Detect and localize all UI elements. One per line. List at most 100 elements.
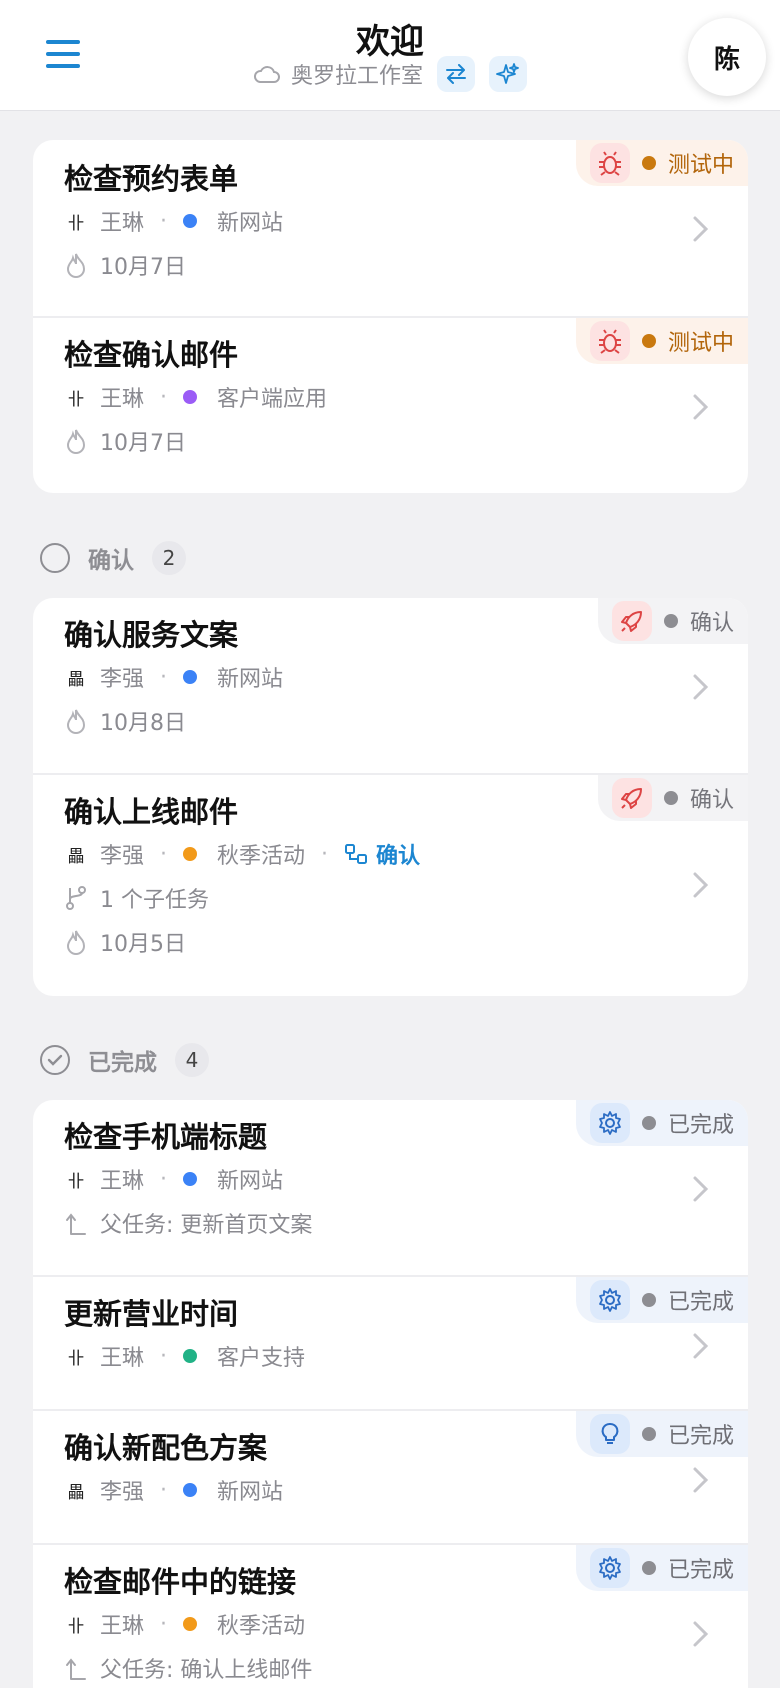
flame-icon (66, 429, 86, 454)
status-dot (641, 1116, 656, 1130)
parent-task-row[interactable]: 父任务: 更新首页文案 (64, 1208, 312, 1238)
done-group-card: 检查手机端标题 卝 王琳 · 新网站 父任务: 更新首页文案 已完成 更新营业时… (33, 1100, 748, 1688)
assignee-avatar-icon: 卝 (67, 213, 85, 234)
task-meta: 卝 王琳 · 秋季活动 (64, 1609, 306, 1640)
task-meta: 卝 王琳 · 新网站 (64, 1164, 284, 1195)
separator: · (160, 1611, 168, 1637)
status-label: 测试中 (667, 331, 734, 356)
task-title: 确认服务文案 (64, 618, 239, 652)
project-name: 新网站 (217, 1169, 284, 1194)
chevron-right-icon[interactable] (690, 1617, 712, 1651)
task-row[interactable]: 检查手机端标题 卝 王琳 · 新网站 父任务: 更新首页文案 已完成 (33, 1100, 748, 1277)
task-row[interactable]: 确认服务文案 畾 李强 · 新网站 10月8日 确认 (33, 598, 748, 775)
status-label: 已完成 (667, 1113, 734, 1138)
chevron-right-icon[interactable] (690, 1329, 712, 1363)
task-row[interactable]: 检查预约表单 卝 王琳 · 新网站 10月7日 测试中 (33, 140, 748, 318)
lightbulb-icon (589, 1414, 630, 1454)
task-title: 检查确认邮件 (64, 338, 239, 372)
subtask-row[interactable]: 1 个子任务 (64, 883, 209, 913)
task-meta: 卝 王琳 · 客户支持 (64, 1341, 306, 1372)
workspace-bar: 奥罗拉工作室 (0, 56, 780, 92)
linked-status[interactable]: 确认 (344, 838, 420, 870)
status-label: 确认 (689, 788, 734, 813)
status-dot (663, 791, 678, 805)
gear-icon (589, 1548, 630, 1588)
task-date-row: 10月7日 (64, 426, 186, 456)
status-badge: 已完成 (575, 1277, 748, 1323)
parent-task-row[interactable]: 父任务: 确认上线邮件 (64, 1653, 312, 1683)
branch-icon (66, 886, 86, 910)
project-name: 客户支持 (217, 1346, 306, 1371)
status-dot (641, 156, 656, 170)
status-badge: 测试中 (575, 318, 748, 364)
due-date: 10月7日 (100, 431, 186, 456)
section-header-done[interactable]: 已完成 4 (40, 1040, 209, 1080)
project-dot (183, 1349, 198, 1363)
swap-arrows-icon (446, 64, 466, 84)
assignee-name: 李强 (100, 1480, 145, 1505)
project-dot (183, 1617, 198, 1631)
status-badge: 已完成 (575, 1411, 748, 1457)
project-dot (183, 847, 198, 861)
task-row[interactable]: 检查确认邮件 卝 王琳 · 客户端应用 10月7日 测试中 (33, 318, 748, 493)
task-date-row: 10月7日 (64, 250, 186, 280)
status-badge: 确认 (597, 598, 748, 644)
chevron-right-icon[interactable] (690, 212, 712, 246)
task-row[interactable]: 确认新配色方案 畾 李强 · 新网站 已完成 (33, 1411, 748, 1545)
assignee-avatar-icon: 畾 (67, 1482, 85, 1503)
chevron-right-icon[interactable] (690, 390, 712, 424)
separator: · (160, 1477, 168, 1503)
task-date-row: 10月8日 (64, 706, 186, 736)
task-date-row: 10月5日 (64, 927, 186, 957)
bug-icon (589, 321, 630, 361)
project-dot (183, 390, 198, 404)
due-date: 10月8日 (100, 711, 186, 736)
rocket-icon (611, 778, 652, 818)
status-label: 已完成 (667, 1424, 734, 1449)
section-header-confirm[interactable]: 确认 2 (40, 538, 186, 578)
return-arrow-icon (66, 1658, 86, 1680)
ai-assist-button[interactable] (489, 56, 527, 92)
workspace-name[interactable]: 奥罗拉工作室 (291, 58, 423, 90)
separator: · (160, 384, 168, 410)
chevron-right-icon[interactable] (690, 1463, 712, 1497)
chevron-right-icon[interactable] (690, 670, 712, 704)
status-label: 已完成 (667, 1558, 734, 1583)
task-row[interactable]: 检查邮件中的链接 卝 王琳 · 秋季活动 父任务: 确认上线邮件 已完成 (33, 1545, 748, 1688)
check-circle-icon (40, 1045, 70, 1075)
assignee-avatar-icon: 畾 (67, 669, 85, 690)
status-label: 已完成 (667, 1290, 734, 1315)
separator: · (160, 1343, 168, 1369)
assignee-avatar-icon: 卝 (67, 1348, 85, 1369)
due-date: 10月5日 (100, 932, 186, 957)
switch-workspace-button[interactable] (437, 56, 475, 92)
assignee-name: 李强 (100, 844, 145, 869)
task-meta: 卝 王琳 · 客户端应用 (64, 382, 328, 413)
task-row[interactable]: 确认上线邮件 畾 李强 · 秋季活动 · 确认 1 个子任务 10月5日 确认 (33, 775, 748, 996)
separator: · (160, 664, 168, 690)
confirm-group-card: 确认服务文案 畾 李强 · 新网站 10月8日 确认 确认上线邮件 畾 李强 ·… (33, 598, 748, 996)
task-title: 检查预约表单 (64, 162, 239, 196)
due-date: 10月7日 (100, 255, 186, 280)
project-name: 秋季活动 (217, 844, 306, 869)
task-title: 确认上线邮件 (64, 795, 239, 829)
task-row[interactable]: 更新营业时间 卝 王琳 · 客户支持 已完成 (33, 1277, 748, 1411)
task-meta: 畾 李强 · 新网站 (64, 1475, 284, 1506)
status-label: 测试中 (667, 153, 734, 178)
app-header: 欢迎 奥罗拉工作室 陈 (0, 0, 780, 111)
avatar[interactable]: 陈 (688, 18, 766, 96)
project-dot (183, 1172, 198, 1186)
chevron-right-icon[interactable] (690, 1172, 712, 1206)
separator: · (160, 841, 168, 867)
status-dot (663, 614, 678, 628)
status-badge: 已完成 (575, 1545, 748, 1591)
status-dot (641, 1561, 656, 1575)
sparkle-icon (496, 63, 519, 84)
assignee-name: 李强 (100, 667, 145, 692)
task-meta: 卝 王琳 · 新网站 (64, 206, 284, 237)
flame-icon (66, 930, 86, 955)
linked-status-label: 确认 (376, 844, 421, 869)
assignee-name: 王琳 (100, 387, 145, 412)
assignee-avatar-icon: 卝 (67, 389, 85, 410)
chevron-right-icon[interactable] (690, 868, 712, 902)
